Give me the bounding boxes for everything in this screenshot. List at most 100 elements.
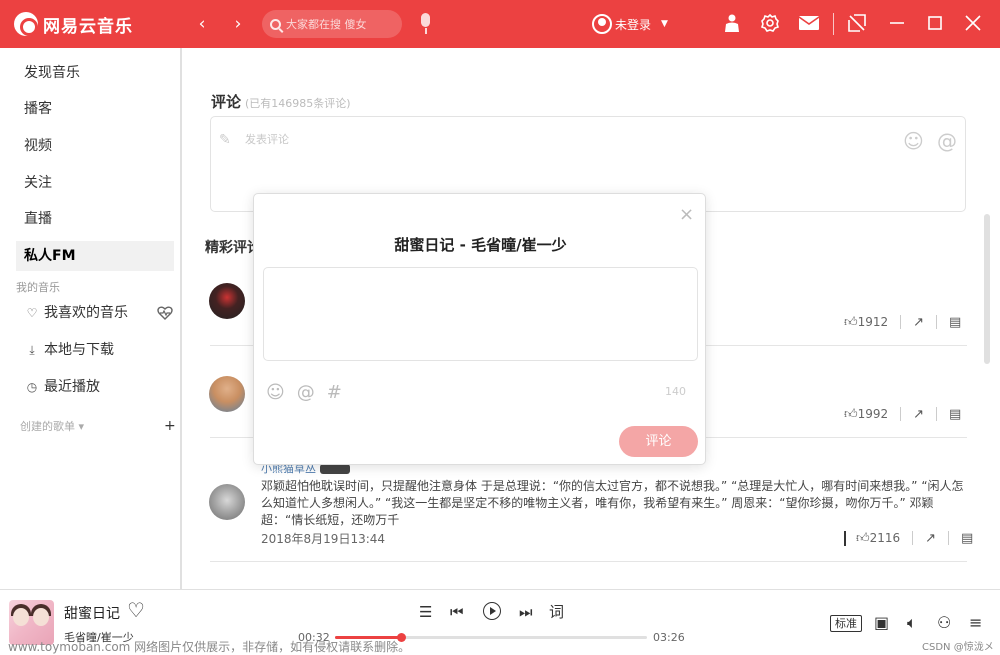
emoji-icon[interactable]: ☺ <box>266 382 285 403</box>
hashtag-icon[interactable]: # <box>327 382 342 403</box>
song-title[interactable]: 甜蜜日记 <box>64 603 120 623</box>
reply-icon[interactable]: ▤ <box>961 531 973 546</box>
dialog-comment-textarea[interactable] <box>263 267 698 361</box>
comment-actions: 👍︎ 2116 ↗ ▤ <box>844 528 973 548</box>
minimize-icon[interactable] <box>886 13 908 35</box>
download-icon: ⤓ <box>29 343 35 357</box>
mail-icon[interactable] <box>798 13 820 35</box>
back-button[interactable]: ‹ <box>192 14 212 34</box>
thumbs-up-icon: 👍︎ <box>844 406 858 422</box>
skin-icon <box>725 14 739 32</box>
previous-track-icon[interactable]: ⏮︎ <box>450 602 464 622</box>
comment-placeholder: 发表评论 <box>245 133 289 146</box>
comments-heading: 评论 (已有146985条评论) <box>211 91 351 112</box>
share-icon[interactable]: ↗ <box>925 531 936 546</box>
minimize-glyph <box>890 22 904 24</box>
listen-together-icon[interactable]: ⚇ <box>937 613 951 633</box>
sidebar-item-label: 我喜欢的音乐 <box>44 305 128 321</box>
sidebar-item-recent[interactable]: ◷ 最近播放 <box>24 376 100 398</box>
heartbeat-mode-icon[interactable] <box>157 306 173 324</box>
close-icon[interactable] <box>962 13 984 35</box>
dialog-close-button[interactable]: × <box>679 205 694 225</box>
csdn-credit: CSDN @惊泷メ <box>922 642 994 653</box>
maximize-icon[interactable] <box>924 13 946 35</box>
mention-icon[interactable]: @ <box>937 129 957 153</box>
like-count: 2116 <box>869 531 901 545</box>
dialog-title: 甜蜜日记 - 毛省曈/崔一少 <box>394 236 567 254</box>
netease-logo-icon <box>14 12 38 36</box>
reply-icon[interactable]: ▤ <box>949 315 961 330</box>
created-playlists-label: 创建的歌单 <box>20 420 75 433</box>
search-box[interactable] <box>262 10 402 38</box>
cover-art <box>33 608 49 626</box>
reply-icon[interactable]: ▤ <box>949 407 961 422</box>
lyrics-button[interactable]: 词 <box>549 602 564 622</box>
avatar <box>592 14 612 34</box>
volume-icon[interactable]: 🔈︎ <box>907 613 917 633</box>
comment-actions: 👍︎ 1992 ↗ ▤ <box>844 404 961 424</box>
sound-effect-icon[interactable]: ▣ <box>874 613 889 633</box>
mic-icon[interactable] <box>416 13 436 35</box>
sidebar-item-liked[interactable]: ♡ 我喜欢的音乐 <box>24 302 128 324</box>
user-login[interactable]: 未登录 ▼ <box>592 13 668 35</box>
play-button[interactable] <box>483 602 501 620</box>
next-track-icon[interactable]: ⏭︎ <box>519 602 533 622</box>
clothes-icon[interactable] <box>721 13 743 35</box>
like-count: 1912 <box>857 315 889 329</box>
share-icon[interactable]: ↗ <box>913 315 924 330</box>
divider <box>900 315 902 329</box>
divider <box>844 530 846 546</box>
message-icon <box>798 16 820 30</box>
like-button[interactable]: 👍︎ 1912 <box>844 315 888 330</box>
sidebar-item-live[interactable]: 直播 <box>16 204 174 234</box>
total-time: 03:26 <box>653 631 685 644</box>
title-bar-divider <box>833 13 834 35</box>
like-button[interactable]: 👍︎ 1992 <box>844 407 888 422</box>
mini-mode-icon[interactable] <box>846 13 868 35</box>
comment-dialog: × 甜蜜日记 - 毛省曈/崔一少 ☺ @ # 140 评论 <box>253 193 706 465</box>
sidebar-item-label: 本地与下载 <box>44 342 114 358</box>
vip-badge <box>320 464 350 474</box>
app-logo[interactable]: 网易云音乐 <box>14 11 133 37</box>
sidebar-item-personal-fm[interactable]: 私人FM <box>16 241 174 271</box>
comment-avatar[interactable] <box>209 376 245 412</box>
search-icon <box>270 18 281 30</box>
sidebar-item-podcast[interactable]: 播客 <box>16 94 174 124</box>
add-playlist-button[interactable]: + <box>164 418 176 434</box>
caret-down-icon: ▼ <box>661 19 668 29</box>
dialog-tools: ☺ @ # <box>266 382 354 403</box>
comment-avatar[interactable] <box>209 283 245 319</box>
share-icon[interactable]: ↗ <box>913 407 924 422</box>
emoji-icon[interactable]: ☺ <box>903 129 924 153</box>
gear-icon[interactable] <box>759 13 781 35</box>
divider <box>948 531 950 545</box>
search-input[interactable] <box>286 17 396 31</box>
forward-button[interactable]: › <box>228 14 248 34</box>
playlist-mode-icon[interactable]: ☰ <box>419 602 432 622</box>
mention-icon[interactable]: @ <box>297 382 315 403</box>
heart-icon: ♡ <box>26 306 38 320</box>
comment-avatar[interactable] <box>209 484 245 520</box>
pen-icon: ✎ <box>219 132 231 148</box>
comment-actions: 👍︎ 1912 ↗ ▤ <box>844 312 961 332</box>
char-counter: 140 <box>665 385 686 398</box>
created-playlists-heading[interactable]: 创建的歌单 ▾ <box>20 418 84 434</box>
submit-comment-button[interactable]: 评论 <box>619 426 698 457</box>
scrollbar[interactable] <box>984 214 990 364</box>
settings-icon <box>760 13 780 32</box>
watermark: www.toymoban.com 网络图片仅供展示，非存储，如有侵权请联系删除。 <box>8 640 411 654</box>
like-button[interactable]: 👍︎ 2116 <box>856 531 900 546</box>
sidebar-item-follow[interactable]: 关注 <box>16 168 174 198</box>
sidebar-item-video[interactable]: 视频 <box>16 131 174 161</box>
divider <box>900 407 902 421</box>
app-name: 网易云音乐 <box>43 16 133 37</box>
playlist-icon[interactable]: ≡ <box>969 613 982 633</box>
like-count: 1992 <box>857 407 889 421</box>
like-song-icon[interactable]: ♡ <box>127 598 145 622</box>
quality-button[interactable]: 标准 <box>830 615 862 632</box>
sidebar-item-discover[interactable]: 发现音乐 <box>16 58 174 88</box>
divider <box>936 315 938 329</box>
user-label: 未登录 <box>615 17 652 32</box>
sidebar-item-local[interactable]: ⤓ 本地与下载 <box>24 339 114 361</box>
maximize-glyph <box>928 16 942 30</box>
